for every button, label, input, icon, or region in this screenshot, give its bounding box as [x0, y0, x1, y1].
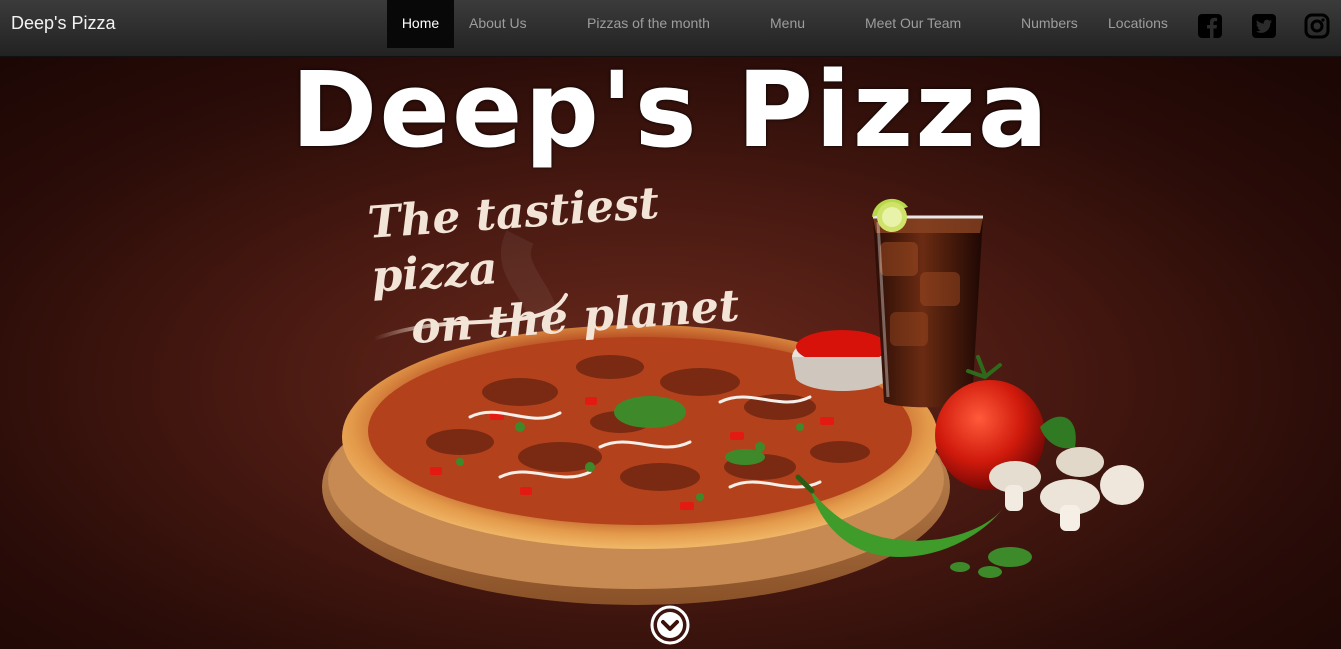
nav-home[interactable]: Home — [387, 0, 454, 48]
brand-logo-link[interactable]: Deep's Pizza — [11, 13, 115, 34]
hero-section: Deep's Pizza The tastiest pizza on the p… — [0, 57, 1341, 649]
nav-meet-our-team[interactable]: Meet Our Team — [865, 0, 961, 48]
nav-numbers[interactable]: Numbers — [1021, 0, 1078, 48]
nav-about-us[interactable]: About Us — [469, 0, 527, 48]
tagline-line-1: The tastiest pizza — [366, 177, 661, 303]
hero-title: Deep's Pizza — [291, 57, 1050, 171]
navbar: Deep's Pizza Home About Us Pizzas of the… — [0, 0, 1341, 57]
nav-pizzas-of-the-month[interactable]: Pizzas of the month — [587, 0, 710, 48]
facebook-icon[interactable] — [1197, 13, 1223, 39]
hero-tagline: The tastiest pizza on the planet — [366, 168, 796, 359]
nav-locations[interactable]: Locations — [1108, 0, 1168, 48]
nav-menu[interactable]: Menu — [770, 0, 805, 48]
twitter-icon[interactable] — [1251, 13, 1277, 39]
chevron-down-circle-icon[interactable] — [650, 605, 690, 645]
instagram-icon[interactable] — [1304, 13, 1330, 39]
